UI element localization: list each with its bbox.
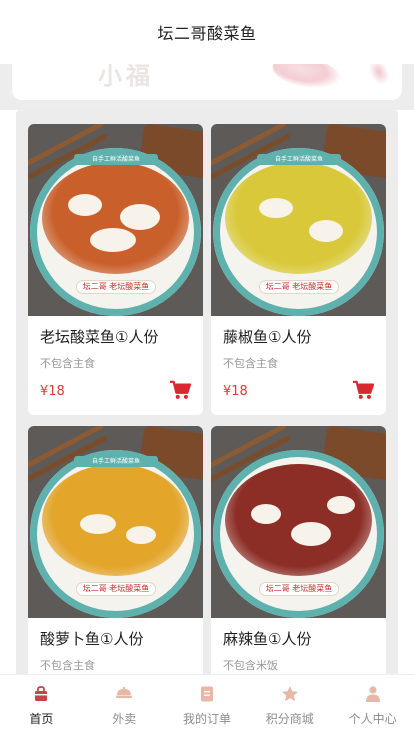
product-name: 藤椒鱼①人份 [223, 328, 312, 346]
fish-slice [251, 504, 281, 524]
fish-slice [327, 496, 355, 514]
bowl-brand-text: 坛二哥 老坛酸菜鱼 [259, 582, 339, 596]
banner-image[interactable]: 小福 [12, 64, 402, 100]
app-header: 坛二哥酸菜鱼 [0, 0, 414, 64]
fish-slice [80, 514, 116, 534]
bottom-tab-bar: 首页 外卖 我的订单 积分商城 个人中心 [0, 674, 414, 736]
soup [225, 162, 372, 274]
product-price: ¥18 [223, 384, 248, 399]
bowl-brand-text: 坛二哥 老坛酸菜鱼 [76, 582, 156, 596]
bowl-band-text: 自手工鲜活酸菜鱼 [74, 456, 158, 467]
cart-icon[interactable] [352, 380, 374, 400]
product-price: ¥18 [40, 384, 65, 399]
product-image[interactable]: 自手工鲜活酸菜鱼 坛二哥 老坛酸菜鱼 [28, 426, 203, 618]
product-note: 不包含主食 [223, 357, 278, 370]
fish-slice [120, 204, 160, 230]
fish-slice [291, 522, 331, 546]
fish-slice [126, 526, 156, 544]
product-info: 老坛酸菜鱼①人份 不包含主食 ¥18 [28, 316, 203, 415]
page-title: 坛二哥酸菜鱼 [157, 24, 257, 43]
fish-slice [309, 220, 343, 242]
product-image[interactable]: 自手工鲜活酸菜鱼 坛二哥 老坛酸菜鱼 [211, 124, 386, 316]
product-card[interactable]: 自手工鲜活酸菜鱼 坛二哥 老坛酸菜鱼 老坛酸菜鱼①人份 不包含主食 ¥18 [28, 124, 203, 415]
banner-watermark: 小福 [98, 64, 154, 90]
bowl-band-text: 自手工鲜活酸菜鱼 [257, 154, 341, 165]
home-icon [35, 686, 48, 701]
product-name: 麻辣鱼①人份 [223, 630, 312, 648]
points-mall-icon [281, 686, 298, 702]
fish-slice [68, 194, 102, 216]
tab-label: 外卖 [112, 712, 137, 726]
delivery-icon [116, 686, 133, 698]
banner-fish-decoration [269, 64, 345, 95]
tab-points-mall[interactable]: 积分商城 [248, 675, 331, 736]
product-note: 不包含主食 [40, 659, 95, 672]
tab-label: 个人中心 [348, 712, 397, 726]
product-name: 老坛酸菜鱼①人份 [40, 328, 159, 346]
product-note: 不包含主食 [40, 357, 95, 370]
tab-my-orders[interactable]: 我的订单 [166, 675, 249, 736]
tab-profile[interactable]: 个人中心 [331, 675, 414, 736]
soup [42, 464, 189, 576]
fish-slice [90, 228, 136, 252]
product-image[interactable]: 坛二哥 老坛酸菜鱼 [211, 426, 386, 618]
product-image[interactable]: 自手工鲜活酸菜鱼 坛二哥 老坛酸菜鱼 [28, 124, 203, 316]
bowl-band-text: 自手工鲜活酸菜鱼 [74, 154, 158, 165]
banner-fish-tail-decoration [364, 64, 394, 89]
product-card[interactable]: 自手工鲜活酸菜鱼 坛二哥 老坛酸菜鱼 藤椒鱼①人份 不包含主食 ¥18 [211, 124, 386, 415]
tab-label: 我的订单 [182, 712, 231, 726]
order-icon [200, 686, 213, 702]
tab-label: 首页 [29, 712, 54, 726]
product-list: 自手工鲜活酸菜鱼 坛二哥 老坛酸菜鱼 老坛酸菜鱼①人份 不包含主食 ¥18 自手… [0, 110, 414, 717]
banner-area: 小福 [0, 64, 414, 110]
fish-slice [259, 198, 293, 218]
product-name: 酸萝卜鱼①人份 [40, 630, 144, 648]
soup [42, 162, 189, 274]
cart-icon[interactable] [169, 380, 191, 400]
product-info: 藤椒鱼①人份 不包含主食 ¥18 [211, 316, 386, 415]
bowl-brand-text: 坛二哥 老坛酸菜鱼 [259, 280, 339, 294]
tab-home[interactable]: 首页 [0, 675, 83, 736]
bowl-brand-text: 坛二哥 老坛酸菜鱼 [76, 280, 156, 294]
profile-icon [365, 686, 380, 702]
soup [225, 464, 372, 576]
tab-label: 积分商城 [265, 712, 314, 726]
product-note: 不包含米饭 [223, 659, 278, 672]
tab-delivery[interactable]: 外卖 [83, 675, 166, 736]
